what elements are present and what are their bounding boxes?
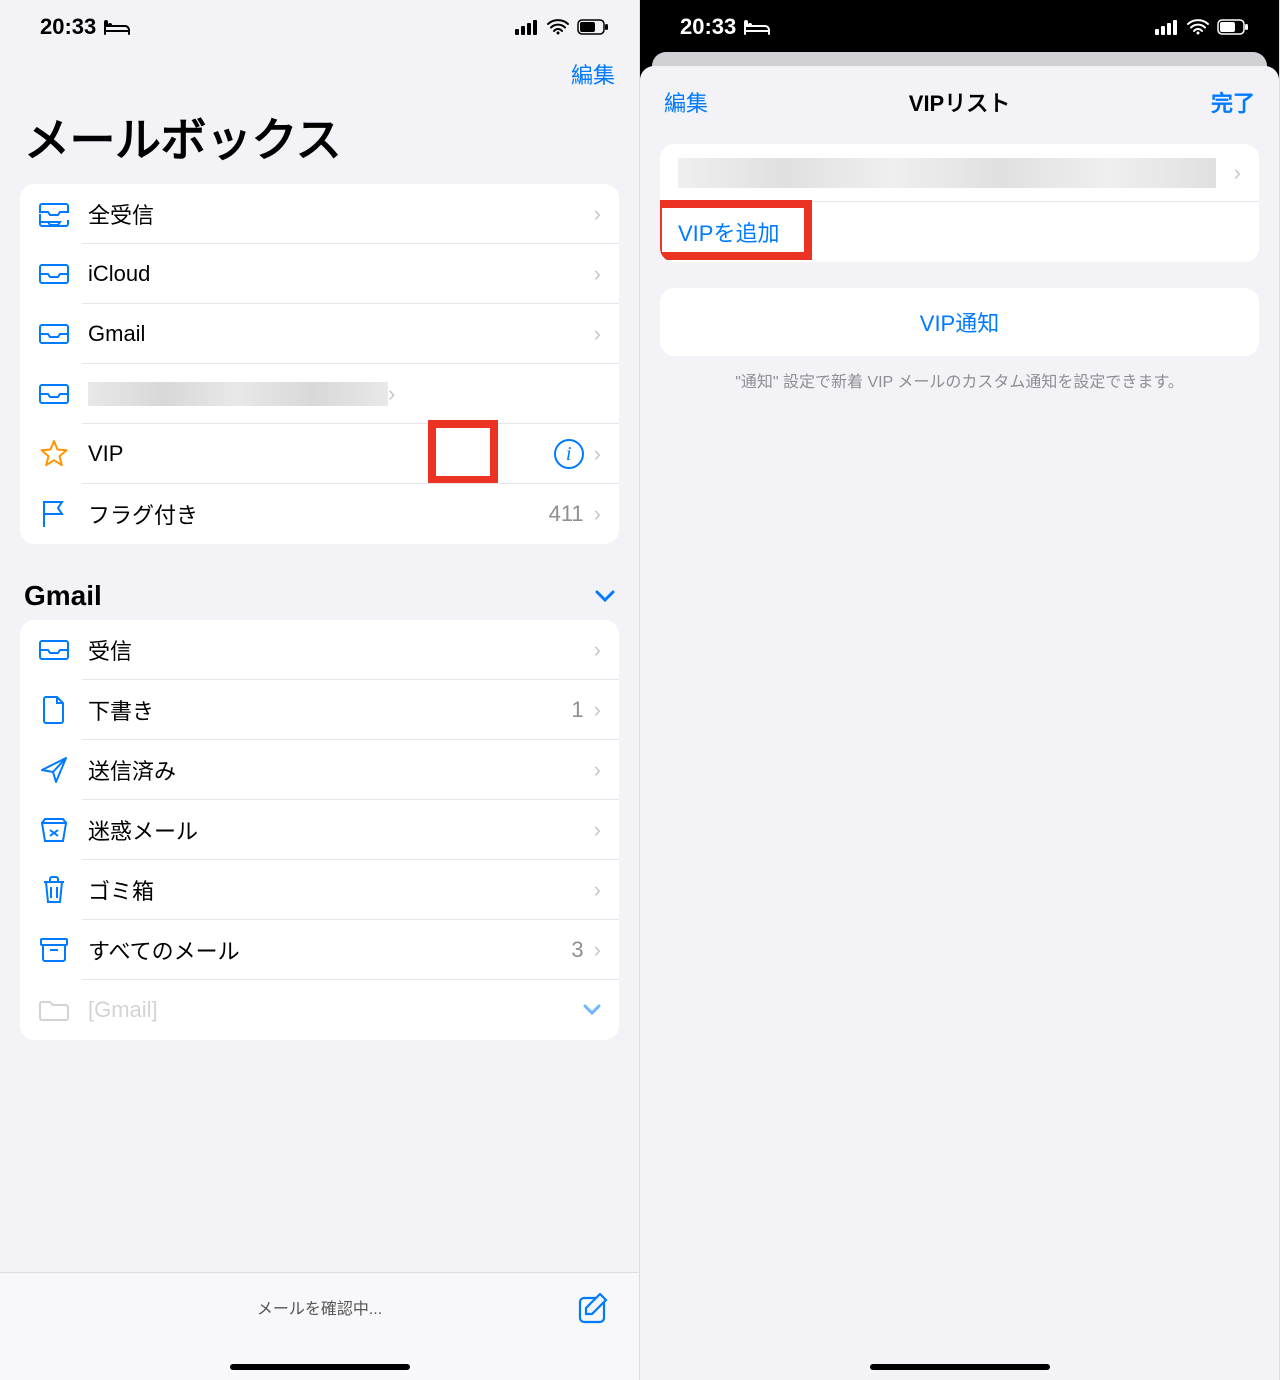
tray-icon	[38, 634, 70, 666]
status-bar: 20:33	[0, 0, 639, 50]
modal-nav-bar: 編集 VIPリスト 完了	[640, 66, 1279, 132]
mailbox-gmail[interactable]: Gmail ›	[20, 304, 619, 364]
modal-sheet: 編集 VIPリスト 完了 › VIPを追加 VIP通知 "通知" 設定で新着 V…	[640, 66, 1279, 1380]
vip-notifications-button[interactable]: VIP通知	[660, 288, 1259, 356]
gmail-sent[interactable]: 送信済み ›	[20, 740, 619, 800]
chevron-right-icon: ›	[594, 877, 601, 903]
page-title: メールボックス	[0, 94, 639, 184]
chevron-right-icon: ›	[594, 201, 601, 227]
compose-button[interactable]	[577, 1291, 611, 1325]
mailbox-redacted[interactable]: ›	[20, 364, 619, 424]
gmail-inbox[interactable]: 受信 ›	[20, 620, 619, 680]
chevron-right-icon: ›	[1234, 160, 1241, 186]
chevron-right-icon: ›	[594, 637, 601, 663]
edit-button[interactable]: 編集	[571, 58, 615, 90]
row-label: Gmail	[88, 321, 594, 347]
info-icon[interactable]: i	[554, 439, 584, 469]
row-count: 3	[571, 937, 583, 963]
status-time: 20:33	[40, 14, 96, 40]
bed-icon	[104, 18, 130, 36]
row-label-redacted	[88, 382, 388, 406]
gmail-all-mail[interactable]: すべてのメール 3 ›	[20, 920, 619, 980]
doc-icon	[38, 694, 70, 726]
chevron-down-icon	[583, 1004, 601, 1016]
row-label: iCloud	[88, 261, 594, 287]
row-count: 411	[549, 501, 584, 527]
gmail-folder-list: 受信 › 下書き 1 › 送信済み › 迷惑メール › ゴミ箱 › すべてのメー…	[20, 620, 619, 1040]
row-label: 受信	[88, 634, 594, 666]
tray-full-icon	[38, 198, 70, 230]
add-vip-label: VIPを追加	[678, 216, 1241, 248]
chevron-right-icon: ›	[594, 321, 601, 347]
row-label: 下書き	[88, 694, 571, 726]
gmail-drafts[interactable]: 下書き 1 ›	[20, 680, 619, 740]
gmail-trash[interactable]: ゴミ箱 ›	[20, 860, 619, 920]
star-icon	[38, 438, 70, 470]
trash-icon	[38, 874, 70, 906]
modal-title: VIPリスト	[909, 86, 1010, 118]
mailbox-list: 全受信 › iCloud › Gmail › › VIP i ›	[20, 184, 619, 544]
contact-name-redacted	[678, 158, 1216, 188]
row-count: 1	[571, 697, 583, 723]
chevron-right-icon: ›	[594, 501, 601, 527]
mailbox-all-inboxes[interactable]: 全受信 ›	[20, 184, 619, 244]
battery-icon	[577, 19, 609, 35]
battery-icon	[1217, 19, 1249, 35]
add-vip-button[interactable]: VIPを追加	[660, 202, 1259, 262]
row-label: ゴミ箱	[88, 874, 594, 906]
chevron-right-icon: ›	[594, 757, 601, 783]
row-label: 迷惑メール	[88, 814, 594, 846]
row-label: 送信済み	[88, 754, 594, 786]
home-indicator[interactable]	[870, 1364, 1050, 1370]
wifi-icon	[1187, 19, 1209, 35]
tray-icon	[38, 258, 70, 290]
vip-list: › VIPを追加	[660, 144, 1259, 262]
bed-icon	[744, 18, 770, 36]
edit-button[interactable]: 編集	[664, 86, 708, 118]
done-button[interactable]: 完了	[1211, 86, 1255, 118]
chevron-down-icon	[595, 589, 615, 603]
section-header-gmail[interactable]: Gmail	[0, 580, 639, 620]
chevron-right-icon: ›	[388, 381, 395, 407]
row-label: [Gmail]	[88, 997, 583, 1023]
vip-contact-redacted[interactable]: ›	[660, 144, 1259, 202]
chevron-right-icon: ›	[594, 441, 601, 467]
phone-left-mailboxes: 20:33 編集 メールボックス 全受信 › iCloud ›	[0, 0, 640, 1380]
footer-caption: "通知" 設定で新着 VIP メールのカスタム通知を設定できます。	[640, 356, 1279, 404]
tray-icon	[38, 318, 70, 350]
phone-right-vip-list: 20:33 編集 VIPリスト 完了 › VIPを追加	[640, 0, 1280, 1380]
row-label: VIP	[88, 441, 554, 467]
chevron-right-icon: ›	[594, 817, 601, 843]
row-label: フラグ付き	[88, 498, 549, 530]
signal-icon	[1155, 19, 1179, 35]
status-bar: 20:33	[640, 0, 1279, 50]
folder-icon	[38, 994, 70, 1026]
status-time: 20:33	[680, 14, 736, 40]
flag-icon	[38, 498, 70, 530]
row-label: すべてのメール	[88, 934, 571, 966]
home-indicator[interactable]	[230, 1364, 410, 1370]
wifi-icon	[547, 19, 569, 35]
chevron-right-icon: ›	[594, 261, 601, 287]
chevron-right-icon: ›	[594, 937, 601, 963]
junk-icon	[38, 814, 70, 846]
chevron-right-icon: ›	[594, 697, 601, 723]
tray-icon	[38, 378, 70, 410]
paperplane-icon	[38, 754, 70, 786]
section-title: Gmail	[24, 580, 102, 612]
mailbox-vip[interactable]: VIP i ›	[20, 424, 619, 484]
signal-icon	[515, 19, 539, 35]
nav-bar: 編集	[0, 50, 639, 94]
row-label: 全受信	[88, 198, 594, 230]
archive-icon	[38, 934, 70, 966]
mailbox-flagged[interactable]: フラグ付き 411 ›	[20, 484, 619, 544]
gmail-folder[interactable]: [Gmail]	[20, 980, 619, 1040]
mailbox-icloud[interactable]: iCloud ›	[20, 244, 619, 304]
gmail-junk[interactable]: 迷惑メール ›	[20, 800, 619, 860]
toolbar-status: メールを確認中...	[257, 1295, 382, 1319]
